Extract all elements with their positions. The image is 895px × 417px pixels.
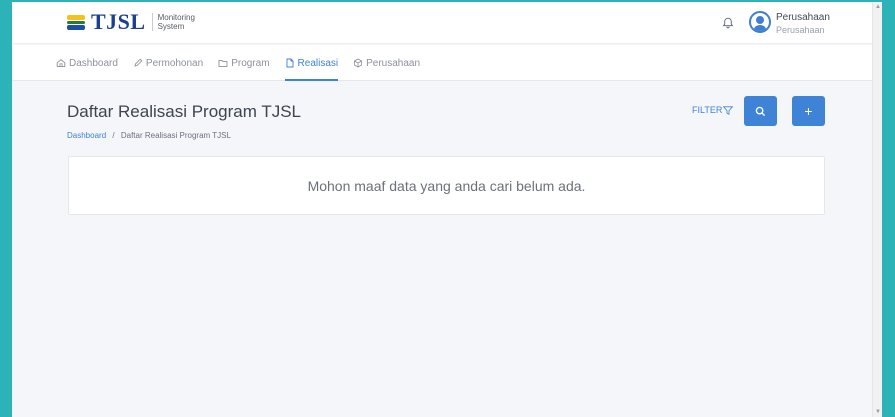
nav-label-dashboard: Dashboard bbox=[69, 57, 118, 69]
breadcrumb-current: Daftar Realisasi Program TJSL bbox=[120, 131, 231, 140]
search-icon bbox=[755, 106, 766, 116]
home-icon bbox=[56, 59, 66, 68]
nav-item-permohonan[interactable]: Permohonan bbox=[133, 45, 203, 81]
app-window: TJSL Monitoring System Perusahaan Perusa… bbox=[12, 2, 882, 417]
empty-state-message: Mohon maaf data yang anda cari belum ada… bbox=[307, 177, 586, 194]
add-button[interactable]: + bbox=[792, 96, 825, 126]
nav-label-permohonan: Permohonan bbox=[145, 57, 204, 69]
search-button[interactable] bbox=[744, 96, 777, 126]
nav-item-realisasi[interactable]: Realisasi bbox=[284, 45, 339, 81]
nav-item-dashboard[interactable]: Dashboard bbox=[56, 45, 118, 81]
brand-name: TJSL bbox=[91, 9, 146, 34]
filter-label: FILTER bbox=[692, 105, 723, 115]
file-icon bbox=[286, 58, 293, 68]
scroll-up-icon[interactable]: ▲ bbox=[875, 4, 881, 10]
filter-toggle[interactable]: FILTER bbox=[692, 105, 734, 115]
vertical-scrollbar[interactable]: ▲ ▼ bbox=[872, 2, 882, 417]
nav-item-program[interactable]: Program bbox=[218, 45, 270, 81]
user-role: Perusahaan bbox=[776, 25, 825, 35]
pen-icon bbox=[134, 58, 143, 67]
logo-mark-icon bbox=[67, 13, 85, 31]
brand-subtitle: Monitoring System bbox=[151, 13, 195, 31]
nav-label-perusahaan: Perusahaan bbox=[366, 57, 421, 69]
page-title: Daftar Realisasi Program TJSL bbox=[67, 102, 301, 121]
breadcrumb-home-link[interactable]: Dashboard bbox=[67, 131, 106, 140]
brand-logo[interactable]: TJSL Monitoring System bbox=[67, 11, 195, 33]
nav-label-realisasi: Realisasi bbox=[297, 57, 339, 69]
funnel-icon bbox=[723, 105, 734, 115]
empty-state-card: Mohon maaf data yang anda cari belum ada… bbox=[68, 156, 825, 215]
nav-item-perusahaan[interactable]: Perusahaan bbox=[353, 45, 420, 81]
breadcrumb-separator: / bbox=[112, 131, 115, 140]
nav-label-program: Program bbox=[231, 57, 270, 69]
user-menu[interactable]: Perusahaan Perusahaan bbox=[776, 12, 830, 36]
folder-icon bbox=[218, 59, 228, 67]
user-circle-icon[interactable] bbox=[749, 11, 771, 33]
scroll-down-icon[interactable]: ▼ bbox=[875, 409, 881, 415]
main-navbar: Dashboard Permohonan Program Realisasi P… bbox=[12, 45, 872, 81]
cube-icon bbox=[354, 58, 363, 68]
top-header: TJSL Monitoring System Perusahaan Perusa… bbox=[12, 2, 872, 44]
user-name: Perusahaan bbox=[776, 12, 830, 23]
breadcrumb: Dashboard / Daftar Realisasi Program TJS… bbox=[67, 131, 231, 140]
bell-icon[interactable] bbox=[721, 16, 735, 30]
